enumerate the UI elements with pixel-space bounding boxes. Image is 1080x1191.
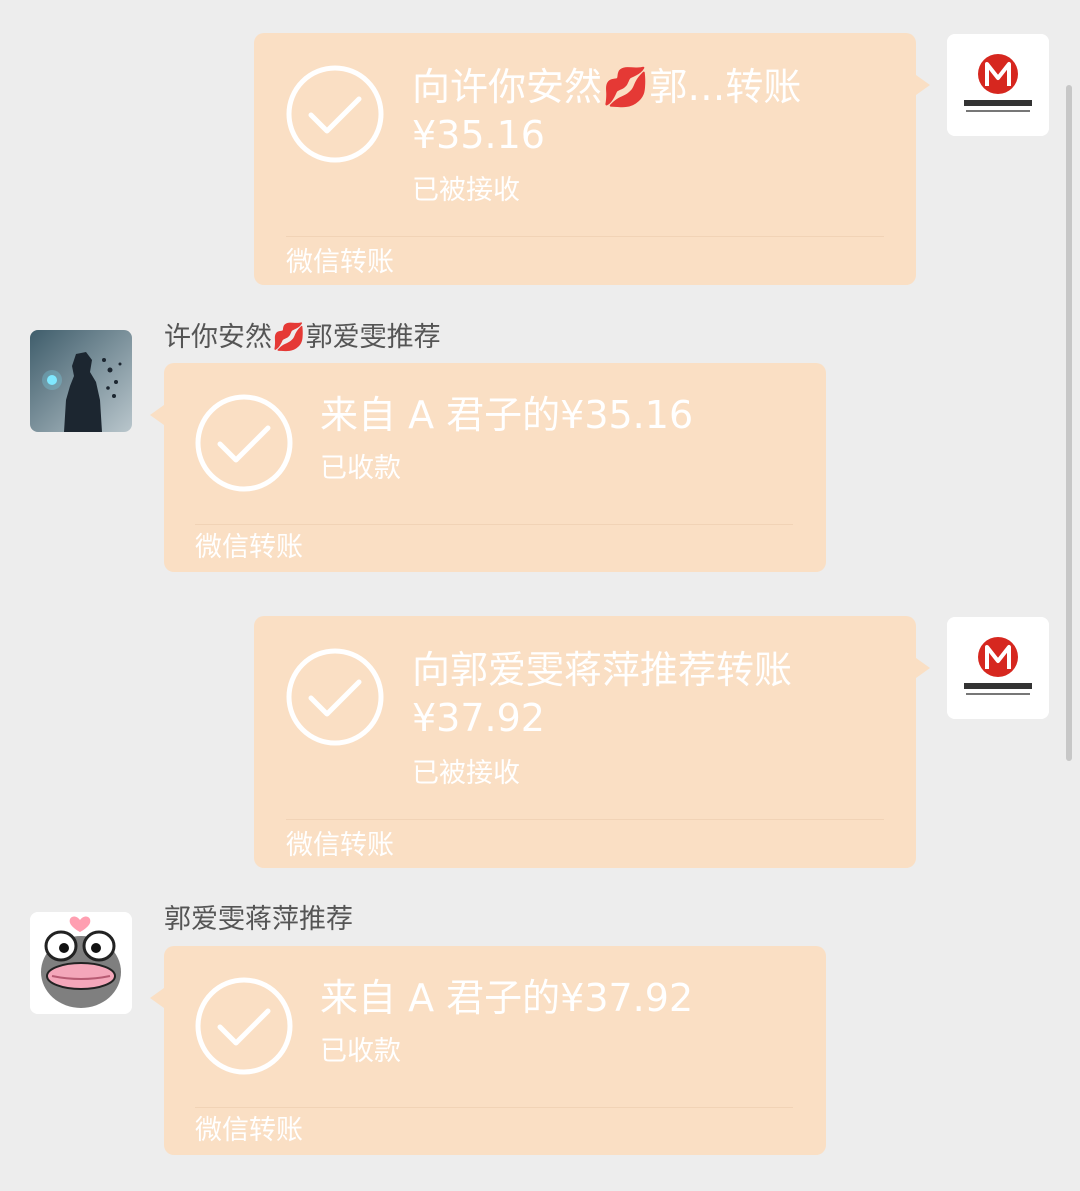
cartoon-frog-avatar-icon <box>30 912 132 1014</box>
transfer-card[interactable]: 来自 A 君子的¥35.16 已收款 微信转账 <box>150 363 826 572</box>
card-divider <box>195 524 793 525</box>
transfer-amount: ¥37.92 <box>412 696 545 740</box>
check-circle-icon <box>195 977 293 1075</box>
transfer-card[interactable]: 向许你安然💋郭…转账 ¥35.16 已被接收 微信转账 <box>254 33 930 285</box>
card-footer-label: 微信转账 <box>195 532 303 563</box>
transfer-status: 已收款 <box>320 453 401 484</box>
card-divider <box>286 819 884 820</box>
card-footer-label: 微信转账 <box>286 247 394 278</box>
avatar[interactable] <box>30 330 132 432</box>
check-circle-icon <box>286 65 384 163</box>
huamei-logo-icon <box>947 617 1049 719</box>
avatar[interactable] <box>947 34 1049 136</box>
transfer-status: 已被接收 <box>412 175 520 206</box>
transfer-amount: ¥35.16 <box>412 113 545 157</box>
transfer-status: 已收款 <box>320 1036 401 1067</box>
check-circle-icon <box>286 648 384 746</box>
sender-name: 郭爱雯蒋萍推荐 <box>164 904 353 935</box>
transfer-title: 向郭爱雯蒋萍推荐转账 <box>412 648 793 692</box>
card-divider <box>195 1107 793 1108</box>
card-footer-label: 微信转账 <box>195 1115 303 1146</box>
transfer-title: 来自 A 君子的¥35.16 <box>320 393 694 437</box>
card-footer-label: 微信转账 <box>286 830 394 861</box>
huamei-logo-icon <box>947 34 1049 136</box>
avatar[interactable] <box>947 617 1049 719</box>
check-circle-icon <box>195 394 293 492</box>
transfer-title: 向许你安然💋郭…转账 <box>412 65 802 109</box>
sender-name: 许你安然💋郭爱雯推荐 <box>164 322 441 353</box>
transfer-card[interactable]: 来自 A 君子的¥37.92 已收款 微信转账 <box>150 946 826 1155</box>
transfer-status: 已被接收 <box>412 758 520 789</box>
transfer-title: 来自 A 君子的¥37.92 <box>320 976 694 1020</box>
avatar[interactable] <box>30 912 132 1014</box>
scrollbar[interactable] <box>1066 85 1072 761</box>
transfer-card[interactable]: 向郭爱雯蒋萍推荐转账 ¥37.92 已被接收 微信转账 <box>254 616 930 868</box>
dissolving-silhouette-avatar-icon <box>30 330 132 432</box>
card-divider <box>286 236 884 237</box>
